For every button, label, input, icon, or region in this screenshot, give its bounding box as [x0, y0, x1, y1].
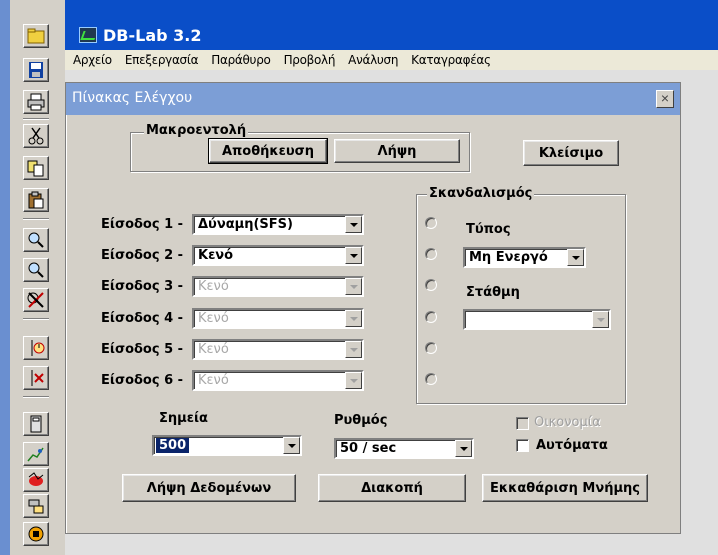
trigger-level-label: Στάθμη [466, 285, 520, 300]
rate-label: Ρυθμός [334, 413, 388, 428]
folder-icon[interactable] [23, 24, 49, 48]
trigger-type-label: Τύπος [466, 222, 511, 237]
chevron-down-icon [592, 311, 609, 328]
menu-file[interactable]: Αρχείο [65, 53, 117, 67]
desktop-edge [0, 0, 10, 555]
menu-window[interactable]: Παράθυρο [203, 53, 275, 67]
app-logo-icon [79, 27, 97, 43]
toolbar-separator [23, 218, 49, 220]
zoom-out-icon[interactable] [23, 258, 49, 282]
points-select[interactable]: 500 [152, 435, 302, 456]
input-6-select: Κενό [192, 370, 364, 391]
input-5-select: Κενό [192, 339, 364, 360]
zoom-reset-icon[interactable] [23, 288, 49, 312]
graph-icon[interactable] [23, 442, 49, 466]
clear-memory-button[interactable]: Εκκαθάριση Μνήμης [482, 474, 648, 502]
ruler-icon[interactable] [23, 494, 49, 518]
input-3-label: Είσοδος 3 - [101, 279, 184, 294]
input-2-label: Είσοδος 2 - [101, 248, 184, 263]
trigger-level-select [463, 309, 611, 330]
trigger-type-select[interactable]: Μη Ενεργό [463, 247, 586, 268]
toolbar-separator [23, 118, 49, 120]
chevron-down-icon [345, 372, 362, 389]
chevron-down-icon[interactable] [345, 247, 362, 264]
points-label: Σημεία [159, 411, 208, 426]
input-6-label: Είσοδος 6 - [101, 373, 184, 388]
menu-edit[interactable]: Επεξεργασία [117, 53, 203, 67]
control-panel-dialog: Πίνακας Ελέγχου × Μακροεντολή Αποθήκευση… [65, 82, 681, 534]
stop-icon[interactable] [23, 522, 49, 546]
chevron-down-icon [345, 310, 362, 327]
chevron-down-icon[interactable] [345, 216, 362, 233]
menu-bar: Αρχείο Επεξεργασία Παράθυρο Προβολή Ανάλ… [65, 50, 718, 70]
record-icon[interactable] [23, 468, 49, 492]
app-title-bar: DB-Lab 3.2 [65, 0, 718, 50]
input-2-select[interactable]: Κενό [192, 245, 364, 266]
chevron-down-icon [345, 278, 362, 295]
app-title: DB-Lab 3.2 [103, 26, 202, 45]
input-1-label: Είσοδος 1 - [101, 217, 184, 232]
print-icon[interactable] [23, 90, 49, 114]
menu-view[interactable]: Προβολή [276, 53, 341, 67]
macro-save-button[interactable]: Αποθήκευση [208, 138, 328, 164]
acquire-data-button[interactable]: Λήψη Δεδομένων [122, 474, 296, 502]
auto-label: Αυτόματα [536, 438, 608, 453]
dialog-title: Πίνακας Ελέγχου [72, 90, 193, 106]
cursor-time-icon[interactable] [23, 336, 49, 360]
macro-group-label: Μακροεντολή [144, 123, 249, 138]
main-toolbar [0, 0, 49, 555]
macro-load-button[interactable]: Λήψη [334, 139, 460, 163]
economy-label: Οικονομία [534, 415, 601, 430]
menu-recorder[interactable]: Καταγραφέας [403, 53, 496, 67]
input-3-select: Κενό [192, 276, 364, 297]
stop-button[interactable]: Διακοπή [318, 474, 466, 502]
input-1-select[interactable]: Δύναμη(SFS) [192, 214, 364, 235]
input-4-select: Κενό [192, 308, 364, 329]
save-icon[interactable] [23, 58, 49, 82]
input-4-label: Είσοδος 4 - [101, 311, 184, 326]
rate-select[interactable]: 50 / sec [334, 438, 474, 459]
trigger-group-label: Σκανδαλισμός [427, 186, 535, 201]
paste-icon[interactable] [23, 188, 49, 212]
calculator-icon[interactable] [23, 412, 49, 436]
chevron-down-icon[interactable] [455, 440, 472, 457]
chevron-down-icon [345, 341, 362, 358]
economy-checkbox [516, 417, 529, 430]
dialog-title-bar[interactable]: Πίνακας Ελέγχου × [66, 83, 680, 115]
chevron-down-icon[interactable] [283, 437, 300, 454]
copy-icon[interactable] [23, 156, 49, 180]
cursor-delete-icon[interactable] [23, 366, 49, 390]
close-button[interactable]: Κλείσιμο [523, 140, 619, 166]
close-icon: × [660, 90, 670, 106]
zoom-in-icon[interactable] [23, 228, 49, 252]
trigger-group [416, 194, 626, 404]
toolbar-separator [23, 318, 49, 320]
toolbar-separator [23, 396, 49, 398]
dialog-close-button[interactable]: × [656, 90, 674, 108]
auto-checkbox[interactable] [516, 439, 529, 452]
input-5-label: Είσοδος 5 - [101, 342, 184, 357]
menu-analysis[interactable]: Ανάλυση [340, 53, 403, 67]
chevron-down-icon[interactable] [567, 249, 584, 266]
cut-icon[interactable] [23, 124, 49, 148]
